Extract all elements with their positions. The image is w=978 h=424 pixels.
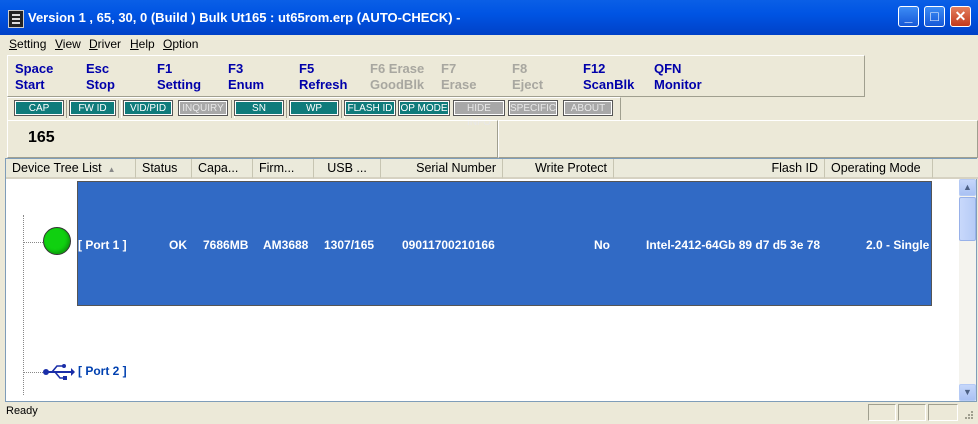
cell-write-protect: No xyxy=(594,238,610,252)
command-panel: Space Start Esc Stop F1 Setting F3 Enum F5 Re… xyxy=(7,55,865,97)
command-monitor[interactable]: QFN Monitor xyxy=(654,61,702,93)
column-header-filler xyxy=(933,159,978,179)
cell-flash-id: Intel-2412-64Gb 89 d7 d5 3e 78 xyxy=(646,238,821,252)
scroll-thumb[interactable] xyxy=(959,197,976,241)
vertical-scrollbar[interactable]: ▲ ▼ xyxy=(959,179,976,401)
command-erase[interactable]: F7 Erase xyxy=(441,61,476,93)
title-bar: Version 1 , 65, 30, 0 (Build ) Bulk Ut16… xyxy=(0,0,978,35)
sort-ascending-icon: ▲ xyxy=(107,165,116,174)
device-row-port-2[interactable]: [ Port 2 ] xyxy=(78,364,127,378)
menu-bar: Setting View Driver Help Option xyxy=(0,35,978,53)
flash-id-button[interactable]: FLASH ID xyxy=(344,100,396,116)
resize-grip-icon[interactable] xyxy=(962,410,974,422)
column-firmware[interactable]: Firm... xyxy=(253,159,314,179)
toolbar-divider xyxy=(118,100,122,118)
status-bar: Ready xyxy=(0,402,978,424)
status-text: Ready xyxy=(6,405,38,417)
command-refresh[interactable]: F5 Refresh xyxy=(299,61,347,93)
column-usb[interactable]: USB ... xyxy=(314,159,381,179)
menu-option[interactable]: Option xyxy=(163,37,198,51)
usb-icon xyxy=(43,364,75,380)
cell-capacity: 7686MB xyxy=(203,238,249,252)
command-erase-goodblk[interactable]: F6 Erase GoodBlk xyxy=(370,61,424,93)
app-icon[interactable] xyxy=(8,10,24,28)
column-device-tree-list[interactable]: Device Tree List ▲ xyxy=(6,159,136,179)
command-setting[interactable]: F1 Setting xyxy=(157,61,201,93)
cell-operating-mode: 2.0 - Single xyxy=(866,238,930,252)
command-scanblk[interactable]: F12 ScanBlk xyxy=(583,61,634,93)
tree-line xyxy=(23,372,43,373)
scroll-up-button[interactable]: ▲ xyxy=(959,179,976,196)
close-button[interactable]: ✕ xyxy=(950,6,971,27)
column-flash-id[interactable]: Flash ID xyxy=(614,159,825,179)
command-enum[interactable]: F3 Enum xyxy=(228,61,264,93)
sn-button[interactable]: SN xyxy=(234,100,284,116)
hide-info-button[interactable]: HIDE INFO xyxy=(453,100,505,128)
status-panel xyxy=(868,404,896,421)
wp-button[interactable]: WP xyxy=(289,100,339,116)
minimize-icon: _ xyxy=(904,8,913,24)
command-eject[interactable]: F8 Eject xyxy=(512,61,543,93)
status-ok-indicator-icon xyxy=(43,227,71,255)
about-button[interactable]: ABOUT xyxy=(563,100,613,116)
vidpid-button[interactable]: VID/PID xyxy=(123,100,173,116)
info-panel xyxy=(498,120,978,158)
cap-button[interactable]: CAP xyxy=(14,100,64,116)
scroll-down-button[interactable]: ▼ xyxy=(959,384,976,401)
device-count-panel: 165 xyxy=(7,120,498,158)
column-status[interactable]: Status xyxy=(136,159,192,179)
status-panel xyxy=(928,404,958,421)
close-icon: ✕ xyxy=(954,8,967,24)
minimize-button[interactable]: _ xyxy=(898,6,919,27)
cell-port: [ Port 1 ] xyxy=(78,238,127,252)
specific-button[interactable]: SPECIFIC xyxy=(508,100,558,116)
cell-serial-number: 09011700210166 xyxy=(402,238,495,252)
maximize-button[interactable]: □ xyxy=(924,6,945,27)
cell-firmware: AM3688 xyxy=(263,238,309,252)
device-row-port-1[interactable]: [ Port 1 ] OK 7686MB AM3688 1307/165 090… xyxy=(77,181,932,306)
op-mode-button[interactable]: OP MODE xyxy=(398,100,450,116)
command-start[interactable]: Space Start xyxy=(15,61,53,93)
window-title: Version 1 , 65, 30, 0 (Build ) Bulk Ut16… xyxy=(28,10,461,25)
status-panel xyxy=(898,404,926,421)
column-write-protect[interactable]: Write Protect xyxy=(503,159,614,179)
column-operating-mode[interactable]: Operating Mode xyxy=(825,159,933,179)
menu-driver[interactable]: Driver xyxy=(89,37,121,51)
menu-setting[interactable]: Setting xyxy=(9,37,46,51)
cell-usb: 1307/165 xyxy=(324,238,375,252)
tree-line xyxy=(23,242,43,243)
inquiry-button[interactable]: INQUIRY xyxy=(178,100,228,116)
column-serial-number[interactable]: Serial Number xyxy=(381,159,503,179)
menu-help[interactable]: Help xyxy=(130,37,155,51)
menu-view[interactable]: View xyxy=(55,37,81,51)
command-stop[interactable]: Esc Stop xyxy=(86,61,115,93)
info-button-bar: CAP FW ID VID/PID INQUIRY SN WP FLASH ID… xyxy=(7,97,621,128)
device-count: 165 xyxy=(28,129,55,146)
column-capacity[interactable]: Capa... xyxy=(192,159,253,179)
cell-status: OK xyxy=(169,238,187,252)
maximize-icon: □ xyxy=(930,8,939,24)
device-list-view[interactable]: Device Tree List ▲ Status Capa... Firm...… xyxy=(5,158,978,402)
fwid-button[interactable]: FW ID xyxy=(69,100,116,116)
